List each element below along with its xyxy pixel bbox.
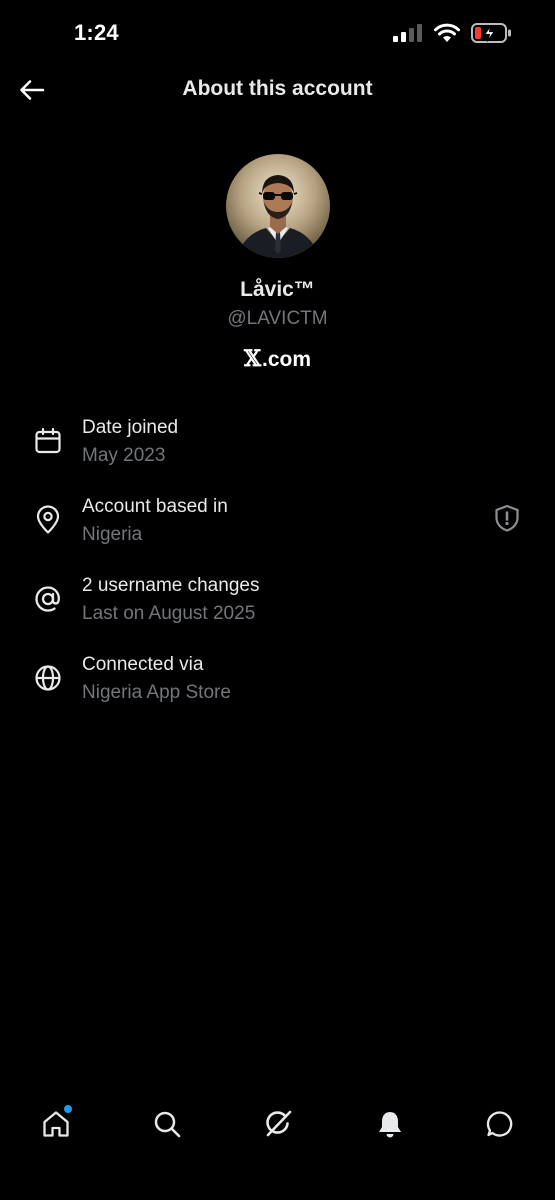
profile-section: Låvic™ @LAVICTM 𝕏 .com (0, 154, 555, 372)
notifications-bell-icon (379, 1112, 401, 1138)
search-icon (154, 1111, 181, 1138)
globe-icon (35, 665, 61, 691)
status-icons (393, 22, 513, 44)
info-value: May 2023 (82, 445, 166, 466)
cellular-signal-icon (393, 24, 422, 42)
tab-search[interactable] (149, 1106, 185, 1142)
tab-home[interactable] (38, 1105, 74, 1142)
messages-icon (486, 1111, 513, 1137)
info-value: Last on August 2025 (82, 603, 256, 624)
shield-alert-icon[interactable] (494, 504, 520, 532)
page-title: About this account (182, 77, 373, 100)
status-bar: 1:24 (0, 0, 555, 66)
header: About this account (0, 66, 555, 114)
info-item-username-changes: 2 username changes Last on August 2025 (0, 570, 555, 649)
notification-dot (64, 1105, 72, 1113)
location-pin-icon (36, 505, 60, 534)
avatar[interactable] (225, 154, 330, 258)
wifi-icon (434, 23, 460, 42)
battery-charging-icon (471, 23, 511, 43)
at-sign-icon (35, 586, 60, 612)
info-title: 2 username changes (82, 575, 260, 596)
info-title: Account based in (82, 496, 228, 517)
display-name: Låvic™ (240, 278, 315, 301)
grok-icon (266, 1110, 292, 1137)
info-item-date-joined: Date joined May 2023 (0, 412, 555, 491)
username-handle: @LAVICTM (227, 308, 328, 329)
x-logo-icon: 𝕏 (243, 346, 262, 372)
tab-grok[interactable] (260, 1106, 296, 1142)
info-item-account-location: Account based in Nigeria (0, 491, 555, 570)
avatar-image (225, 154, 330, 258)
tab-notifications[interactable] (372, 1106, 408, 1142)
info-title: Connected via (82, 654, 204, 675)
calendar-icon (35, 427, 61, 454)
info-value: Nigeria (82, 524, 143, 545)
site-suffix: .com (262, 348, 312, 371)
info-value: Nigeria App Store (82, 682, 231, 703)
account-info-list: Date joined May 2023 Account based in Ni… (0, 412, 555, 728)
site-link[interactable]: 𝕏 .com (244, 346, 311, 372)
info-item-connected-via: Connected via Nigeria App Store (0, 649, 555, 728)
info-title: Date joined (82, 417, 179, 438)
status-time: 1:24 (74, 20, 119, 45)
bottom-tab-bar (0, 1098, 555, 1152)
tab-messages[interactable] (482, 1106, 518, 1142)
